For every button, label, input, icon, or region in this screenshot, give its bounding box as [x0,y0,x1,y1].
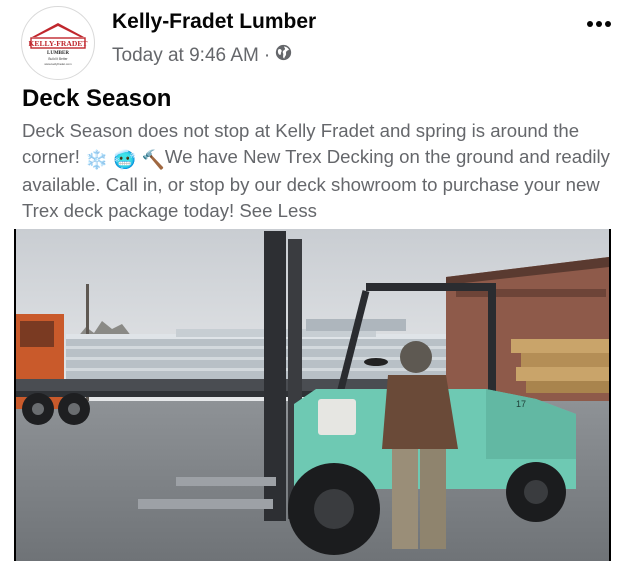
svg-text:www.kellyfradet.com: www.kellyfradet.com [44,62,72,66]
post-body: Deck Season does not stop at Kelly Frade… [22,118,612,223]
see-less-link[interactable]: See Less [239,200,317,221]
more-options-icon [587,21,611,27]
page-name-link[interactable]: Kelly-Fradet Lumber [112,10,316,34]
svg-text:LUMBER: LUMBER [47,51,69,56]
page-avatar[interactable]: KELLY-FRADET LUMBER Build It Better www.… [21,6,95,80]
kelly-fradet-logo: KELLY-FRADET LUMBER Build It Better www.… [23,8,93,78]
meta-separator: · [263,44,271,66]
svg-text:KELLY-FRADET: KELLY-FRADET [29,39,88,48]
post-meta: Today at 9:46 AM · [112,44,292,67]
forklift-photo: 17 [16,229,609,561]
snowflake-emoji: ❄️ [85,148,109,170]
post-header: KELLY-FRADET LUMBER Build It Better www.… [0,0,627,82]
post-video[interactable]: 17 [14,229,611,561]
globe-icon[interactable] [275,44,292,67]
hammer-emoji: 🔨 [141,148,165,170]
cold-face-emoji: 🥶 [113,148,137,170]
post-title: Deck Season [22,85,172,112]
post-timestamp[interactable]: Today at 9:46 AM [112,45,259,67]
forklift-number: 17 [516,399,526,409]
more-options-button[interactable] [582,10,616,38]
svg-text:Build It Better: Build It Better [48,57,68,61]
